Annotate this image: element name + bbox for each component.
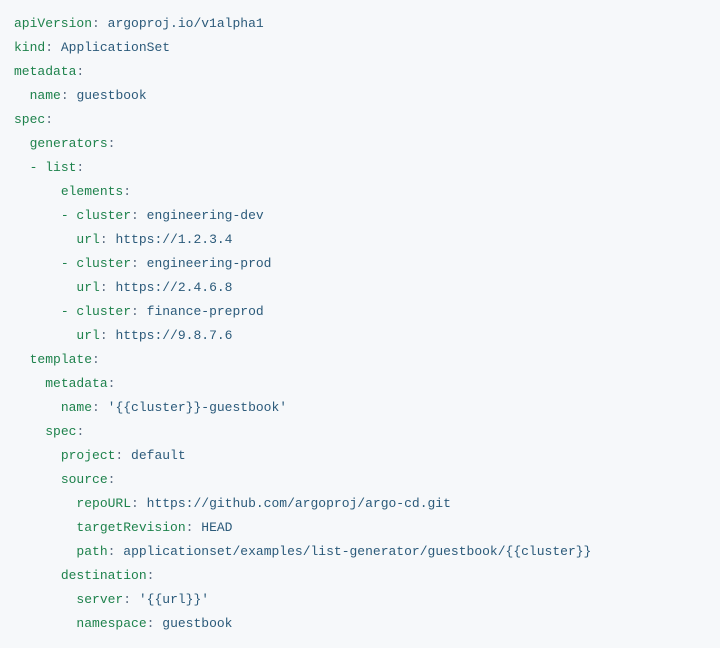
yaml-key: metadata: [14, 64, 76, 79]
code-line: apiVersion: argoproj.io/v1alpha1: [14, 12, 706, 36]
yaml-separator: :: [100, 328, 108, 343]
code-line: generators:: [14, 132, 706, 156]
yaml-key: source: [61, 472, 108, 487]
yaml-value: https://2.4.6.8: [115, 280, 232, 295]
yaml-separator: :: [108, 472, 116, 487]
yaml-value: '{{url}}': [139, 592, 209, 607]
yaml-value: https://9.8.7.6: [115, 328, 232, 343]
yaml-key: - cluster: [61, 208, 131, 223]
yaml-separator: :: [92, 400, 100, 415]
code-line: metadata:: [14, 60, 706, 84]
yaml-key: - cluster: [61, 304, 131, 319]
yaml-separator: :: [115, 448, 123, 463]
yaml-separator: :: [45, 112, 53, 127]
yaml-value: guestbook: [162, 616, 232, 631]
code-line: server: '{{url}}': [14, 588, 706, 612]
yaml-value: ApplicationSet: [61, 40, 170, 55]
code-line: url: https://1.2.3.4: [14, 228, 706, 252]
yaml-value: HEAD: [201, 520, 232, 535]
yaml-key: spec: [14, 112, 45, 127]
yaml-key: generators: [30, 136, 108, 151]
code-line: targetRevision: HEAD: [14, 516, 706, 540]
yaml-code-block: apiVersion: argoproj.io/v1alpha1kind: Ap…: [14, 12, 706, 636]
yaml-separator: :: [108, 544, 116, 559]
yaml-key: kind: [14, 40, 45, 55]
yaml-key: project: [61, 448, 116, 463]
yaml-separator: :: [61, 88, 69, 103]
yaml-key: url: [76, 232, 99, 247]
yaml-value: engineering-dev: [147, 208, 264, 223]
code-line: elements:: [14, 180, 706, 204]
yaml-value: finance-preprod: [147, 304, 264, 319]
yaml-separator: :: [123, 592, 131, 607]
yaml-key: url: [76, 328, 99, 343]
code-line: spec:: [14, 108, 706, 132]
yaml-key: name: [61, 400, 92, 415]
yaml-separator: :: [45, 40, 53, 55]
yaml-key: - cluster: [61, 256, 131, 271]
yaml-key: namespace: [76, 616, 146, 631]
yaml-value: https://1.2.3.4: [115, 232, 232, 247]
yaml-value: default: [131, 448, 186, 463]
code-line: repoURL: https://github.com/argoproj/arg…: [14, 492, 706, 516]
yaml-value: https://github.com/argoproj/argo-cd.git: [147, 496, 451, 511]
yaml-separator: :: [76, 424, 84, 439]
yaml-key: elements: [61, 184, 123, 199]
yaml-separator: :: [76, 64, 84, 79]
yaml-separator: :: [147, 568, 155, 583]
code-line: spec:: [14, 420, 706, 444]
code-line: source:: [14, 468, 706, 492]
code-line: namespace: guestbook: [14, 612, 706, 636]
yaml-value: '{{cluster}}-guestbook': [108, 400, 287, 415]
yaml-separator: :: [186, 520, 194, 535]
yaml-key: server: [76, 592, 123, 607]
code-line: name: '{{cluster}}-guestbook': [14, 396, 706, 420]
yaml-separator: :: [92, 16, 100, 31]
yaml-key: repoURL: [76, 496, 131, 511]
yaml-key: - list: [30, 160, 77, 175]
yaml-value: guestbook: [76, 88, 146, 103]
yaml-separator: :: [108, 376, 116, 391]
yaml-separator: :: [131, 304, 139, 319]
yaml-key: destination: [61, 568, 147, 583]
yaml-separator: :: [131, 496, 139, 511]
yaml-value: applicationset/examples/list-generator/g…: [123, 544, 591, 559]
yaml-separator: :: [123, 184, 131, 199]
yaml-separator: :: [108, 136, 116, 151]
yaml-key: spec: [45, 424, 76, 439]
yaml-key: metadata: [45, 376, 107, 391]
yaml-value: argoproj.io/v1alpha1: [108, 16, 264, 31]
code-line: - cluster: engineering-prod: [14, 252, 706, 276]
yaml-key: url: [76, 280, 99, 295]
code-line: template:: [14, 348, 706, 372]
code-line: url: https://9.8.7.6: [14, 324, 706, 348]
yaml-separator: :: [131, 256, 139, 271]
yaml-separator: :: [131, 208, 139, 223]
yaml-key: path: [76, 544, 107, 559]
yaml-key: targetRevision: [76, 520, 185, 535]
code-line: kind: ApplicationSet: [14, 36, 706, 60]
yaml-separator: :: [100, 232, 108, 247]
yaml-separator: :: [76, 160, 84, 175]
code-line: - list:: [14, 156, 706, 180]
yaml-value: engineering-prod: [147, 256, 272, 271]
code-line: url: https://2.4.6.8: [14, 276, 706, 300]
code-line: - cluster: finance-preprod: [14, 300, 706, 324]
yaml-key: apiVersion: [14, 16, 92, 31]
code-line: project: default: [14, 444, 706, 468]
code-line: metadata:: [14, 372, 706, 396]
code-line: - cluster: engineering-dev: [14, 204, 706, 228]
code-line: path: applicationset/examples/list-gener…: [14, 540, 706, 564]
yaml-separator: :: [92, 352, 100, 367]
yaml-key: template: [30, 352, 92, 367]
code-line: destination:: [14, 564, 706, 588]
code-line: name: guestbook: [14, 84, 706, 108]
yaml-separator: :: [100, 280, 108, 295]
yaml-key: name: [30, 88, 61, 103]
yaml-separator: :: [147, 616, 155, 631]
